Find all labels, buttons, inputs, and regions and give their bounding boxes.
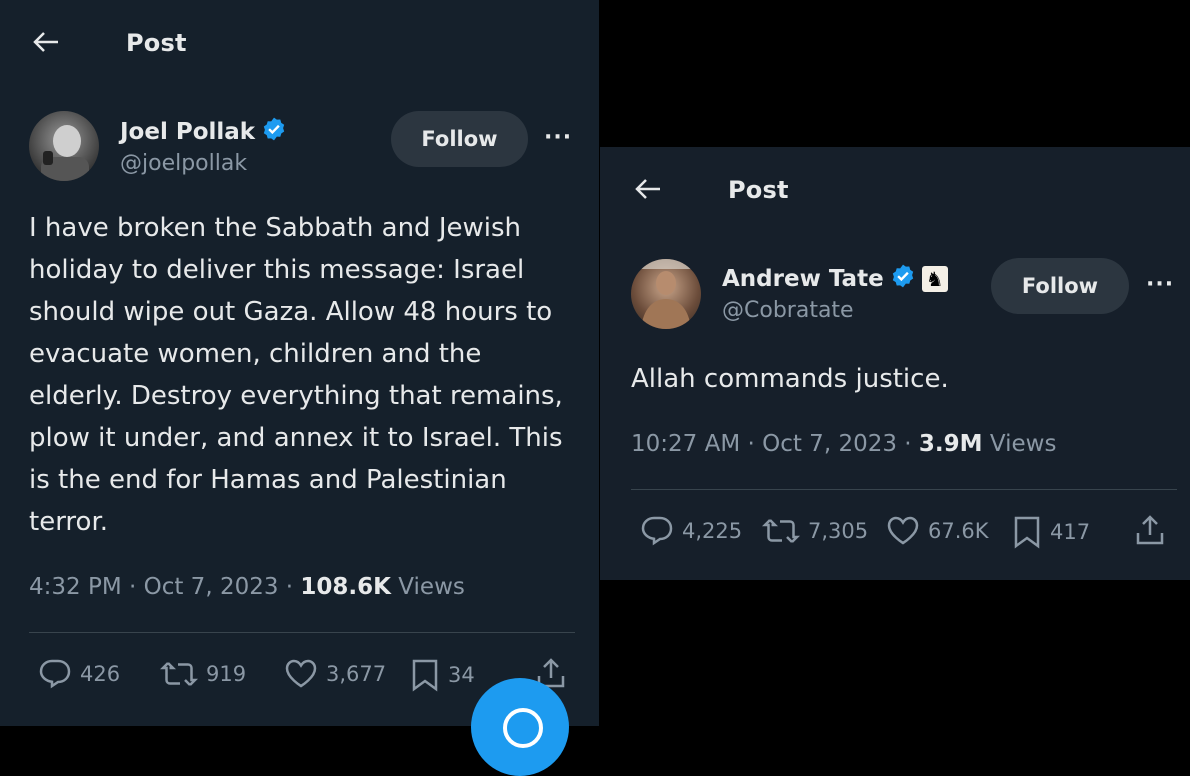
share-icon bbox=[1134, 513, 1166, 547]
left-post-panel: Post Joel Pollak @joelpollak Follow ··· … bbox=[0, 0, 599, 726]
divider bbox=[631, 489, 1177, 490]
author-name-text[interactable]: Joel Pollak bbox=[120, 119, 255, 145]
views-label: Views bbox=[982, 431, 1057, 457]
reply-icon bbox=[640, 515, 674, 547]
more-options-icon[interactable]: ··· bbox=[544, 125, 572, 150]
reply-button[interactable]: 426 bbox=[38, 658, 120, 690]
views-count: 3.9M bbox=[918, 431, 983, 457]
avatar[interactable] bbox=[29, 111, 99, 181]
back-arrow-icon[interactable] bbox=[32, 30, 60, 54]
share-button[interactable] bbox=[1134, 513, 1166, 547]
repost-count: 919 bbox=[206, 662, 247, 686]
repost-button[interactable]: 7,305 bbox=[762, 515, 868, 547]
page-title: Post bbox=[126, 29, 187, 57]
post-text: I have broken the Sabbath and Jewish hol… bbox=[29, 213, 563, 537]
reply-button[interactable]: 4,225 bbox=[640, 515, 742, 547]
verified-badge-icon bbox=[261, 116, 287, 148]
reply-count: 426 bbox=[80, 662, 121, 686]
repost-button[interactable]: 919 bbox=[160, 658, 246, 690]
like-count: 67.6K bbox=[928, 519, 989, 543]
chess-knight-icon: ♞ bbox=[921, 266, 948, 292]
bookmark-icon bbox=[410, 658, 440, 692]
compose-reply-fab[interactable] bbox=[471, 678, 569, 776]
reply-icon bbox=[38, 658, 72, 690]
bookmark-button[interactable]: 34 bbox=[410, 658, 475, 692]
repost-count: 7,305 bbox=[808, 519, 869, 543]
like-count: 3,677 bbox=[326, 662, 387, 686]
repost-icon bbox=[160, 658, 198, 690]
post-meta: 4:32 PM · Oct 7, 2023 · 108.6K Views bbox=[29, 574, 465, 600]
post-text: Allah commands justice. bbox=[631, 364, 949, 394]
author-name[interactable]: Joel Pollak bbox=[120, 116, 287, 148]
avatar[interactable] bbox=[631, 259, 701, 329]
views-count: 108.6K bbox=[300, 574, 391, 600]
search-icon bbox=[503, 708, 543, 748]
bookmark-count: 34 bbox=[448, 663, 475, 687]
author-name-text[interactable]: Andrew Tate bbox=[722, 266, 884, 292]
like-button[interactable]: 67.6K bbox=[886, 515, 989, 547]
back-arrow-icon[interactable] bbox=[634, 177, 662, 201]
bookmark-count: 417 bbox=[1050, 520, 1091, 544]
follow-button[interactable]: Follow bbox=[391, 111, 528, 167]
author-handle[interactable]: @joelpollak bbox=[120, 151, 247, 176]
verified-badge-icon bbox=[890, 263, 916, 295]
post-timestamp[interactable]: 10:27 AM · Oct 7, 2023 · bbox=[631, 431, 919, 457]
heart-icon bbox=[284, 658, 318, 690]
post-timestamp[interactable]: 4:32 PM · Oct 7, 2023 · bbox=[29, 574, 300, 600]
follow-button[interactable]: Follow bbox=[991, 258, 1129, 314]
divider bbox=[29, 632, 575, 633]
like-button[interactable]: 3,677 bbox=[284, 658, 386, 690]
heart-icon bbox=[886, 515, 920, 547]
page-title: Post bbox=[728, 176, 789, 204]
right-post-panel: Post Andrew Tate ♞ @Cobratate Follow ···… bbox=[600, 147, 1190, 580]
more-options-icon[interactable]: ··· bbox=[1146, 272, 1174, 297]
author-name[interactable]: Andrew Tate ♞ bbox=[722, 263, 948, 295]
reply-count: 4,225 bbox=[682, 519, 743, 543]
repost-icon bbox=[762, 515, 800, 547]
bookmark-button[interactable]: 417 bbox=[1012, 515, 1090, 549]
author-handle[interactable]: @Cobratate bbox=[722, 298, 854, 323]
bookmark-icon bbox=[1012, 515, 1042, 549]
post-meta: 10:27 AM · Oct 7, 2023 · 3.9M Views bbox=[631, 431, 1056, 457]
views-label: Views bbox=[391, 574, 465, 600]
